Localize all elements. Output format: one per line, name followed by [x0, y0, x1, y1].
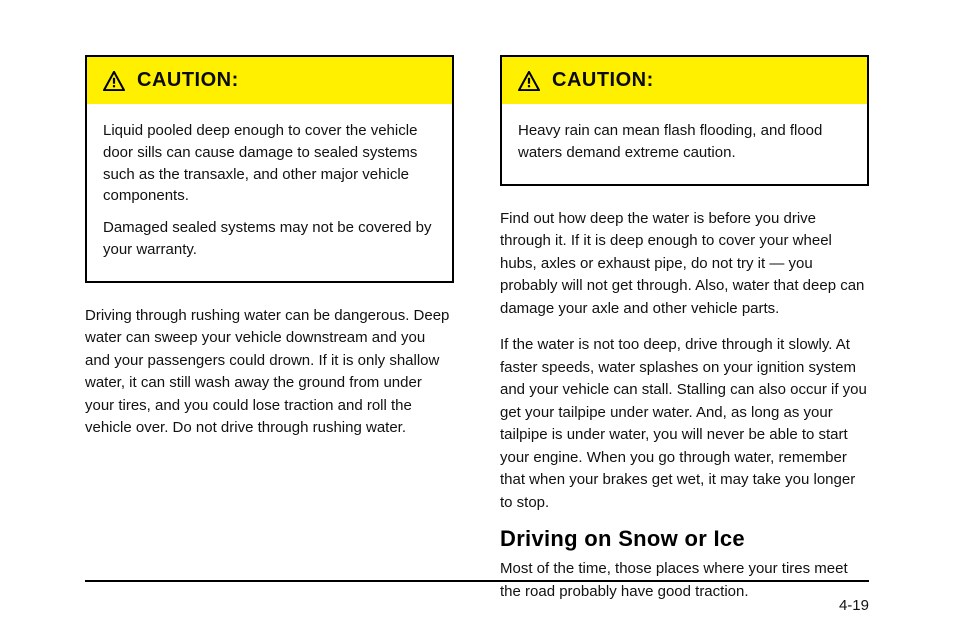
warning-triangle-icon [518, 71, 540, 91]
right-column: CAUTION: Heavy rain can mean flash flood… [500, 55, 869, 603]
caution-right-p1: Heavy rain can mean flash flooding, and … [518, 120, 851, 164]
page-number: 4-19 [839, 597, 869, 614]
left-column: CAUTION: Liquid pooled deep enough to co… [85, 55, 454, 603]
caution-left-p2: Damaged sealed systems may not be covere… [103, 217, 436, 261]
caution-header-right: CAUTION: [502, 57, 867, 104]
caution-box-right: CAUTION: Heavy rain can mean flash flood… [500, 55, 869, 186]
right-after-p2: If the water is not too deep, drive thro… [500, 334, 869, 514]
footer-rule [85, 580, 869, 582]
left-body-text: Driving through rushing water can be dan… [85, 305, 454, 440]
caution-box-left: CAUTION: Liquid pooled deep enough to co… [85, 55, 454, 283]
right-after-caution: Find out how deep the water is before yo… [500, 208, 869, 515]
right-after-p1: Find out how deep the water is before yo… [500, 208, 869, 321]
warning-triangle-icon [103, 71, 125, 91]
caution-title-left: CAUTION: [137, 69, 239, 92]
left-body-p1: Driving through rushing water can be dan… [85, 305, 454, 440]
caution-body-right: Heavy rain can mean flash flooding, and … [502, 104, 867, 184]
caution-left-p1: Liquid pooled deep enough to cover the v… [103, 120, 436, 207]
caution-header-left: CAUTION: [87, 57, 452, 104]
caution-body-left: Liquid pooled deep enough to cover the v… [87, 104, 452, 281]
section-heading: Driving on Snow or Ice [500, 526, 869, 552]
caution-title-right: CAUTION: [552, 69, 654, 92]
